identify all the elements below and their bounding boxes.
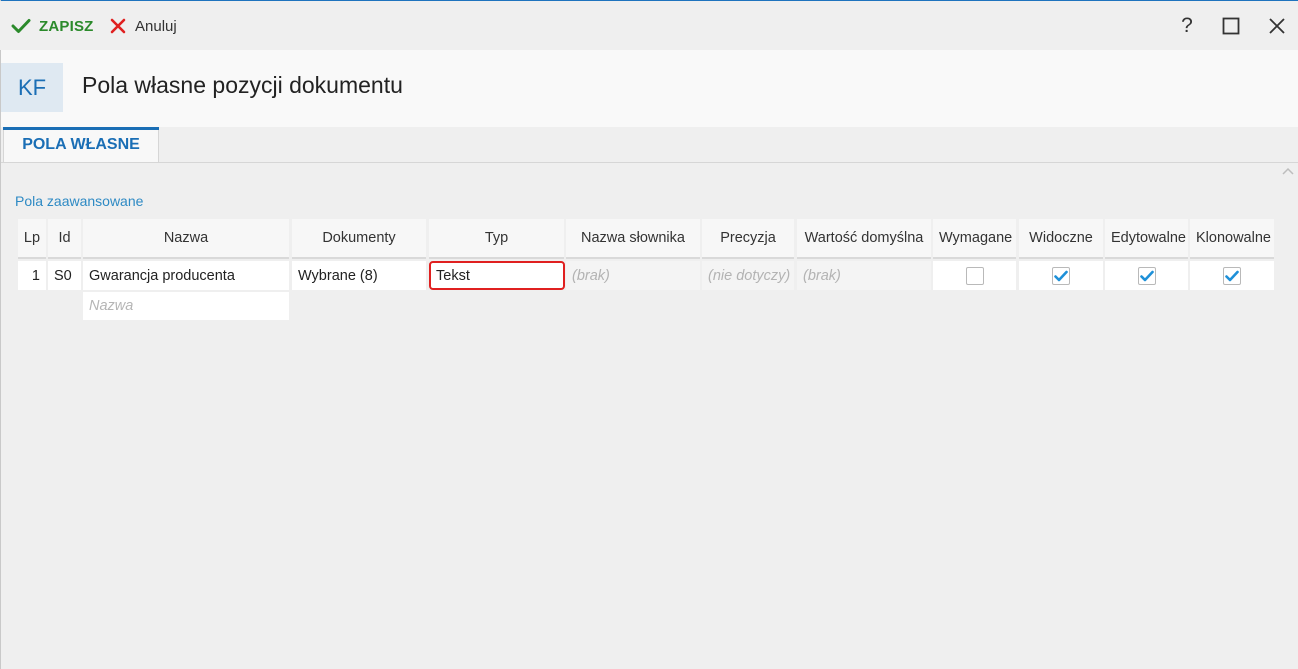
- tab-pola-wlasne[interactable]: POLA WŁASNE: [3, 127, 159, 162]
- toolbar: ZAPISZ Anuluj ?: [0, 1, 1298, 50]
- column-header-nazwa[interactable]: Nazwa: [83, 219, 289, 259]
- cell-precyzja[interactable]: (nie dotyczy): [702, 261, 794, 290]
- column-header-widoczne[interactable]: Widoczne: [1019, 219, 1103, 259]
- help-button[interactable]: ?: [1175, 14, 1199, 38]
- column-header-id[interactable]: Id: [48, 219, 81, 259]
- widoczne-checkbox[interactable]: [1052, 266, 1070, 285]
- save-label: ZAPISZ: [39, 17, 94, 35]
- cell-edytowalne: [1105, 261, 1188, 290]
- scroll-up-icon[interactable]: [1281, 165, 1295, 179]
- column-header-edytowalne[interactable]: Edytowalne: [1105, 219, 1188, 259]
- maximize-button[interactable]: [1219, 14, 1243, 38]
- cell-wymagane: [933, 261, 1016, 290]
- section-label: Pola zaawansowane: [15, 193, 144, 209]
- cell-dokumenty[interactable]: Wybrane (8): [292, 261, 426, 290]
- close-window-icon: [1269, 18, 1285, 34]
- page-header: KF Pola własne pozycji dokumentu: [1, 50, 1298, 127]
- maximize-icon: [1222, 17, 1240, 35]
- help-icon: ?: [1181, 14, 1193, 37]
- column-header-nazwa-slownika[interactable]: Nazwa słownika: [566, 219, 700, 259]
- checkmark-icon: [11, 19, 31, 33]
- column-header-wymagane[interactable]: Wymagane: [933, 219, 1016, 259]
- cancel-button[interactable]: Anuluj: [109, 15, 177, 37]
- column-header-precyzja[interactable]: Precyzja: [702, 219, 794, 259]
- klonowalne-checkbox[interactable]: [1223, 266, 1241, 285]
- cell-klonowalne: [1190, 261, 1274, 290]
- cell-widoczne: [1019, 261, 1103, 290]
- cell-wartosc-domyslna[interactable]: (brak): [797, 261, 931, 290]
- close-window-button[interactable]: [1265, 14, 1289, 38]
- close-icon: [110, 18, 126, 34]
- cancel-label: Anuluj: [135, 17, 177, 35]
- checkmark-icon: [1054, 270, 1068, 281]
- checkmark-icon: [1225, 270, 1239, 281]
- module-logo: KF: [1, 63, 63, 112]
- page-title: Pola własne pozycji dokumentu: [82, 72, 403, 98]
- column-header-lp[interactable]: Lp: [18, 219, 46, 259]
- edytowalne-checkbox[interactable]: [1137, 266, 1156, 285]
- cell-id[interactable]: S0: [48, 261, 81, 290]
- cell-typ[interactable]: Tekst: [429, 261, 565, 290]
- cell-nazwa[interactable]: Gwarancja producenta: [83, 261, 289, 290]
- cell-lp[interactable]: 1: [18, 261, 46, 290]
- save-button[interactable]: ZAPISZ: [11, 15, 94, 37]
- column-header-dokumenty[interactable]: Dokumenty: [292, 219, 426, 259]
- tab-bar: POLA WŁASNE: [1, 127, 1298, 163]
- cell-nazwa-slownika[interactable]: (brak): [566, 261, 700, 290]
- checkmark-icon: [1139, 270, 1154, 281]
- column-header-typ[interactable]: Typ: [429, 219, 564, 259]
- column-header-klonowalne[interactable]: Klonowalne: [1190, 219, 1274, 259]
- wymagane-checkbox[interactable]: [965, 266, 984, 285]
- column-header-wartosc-domyslna[interactable]: Wartość domyślna: [797, 219, 931, 259]
- new-row-name-input[interactable]: [83, 292, 289, 320]
